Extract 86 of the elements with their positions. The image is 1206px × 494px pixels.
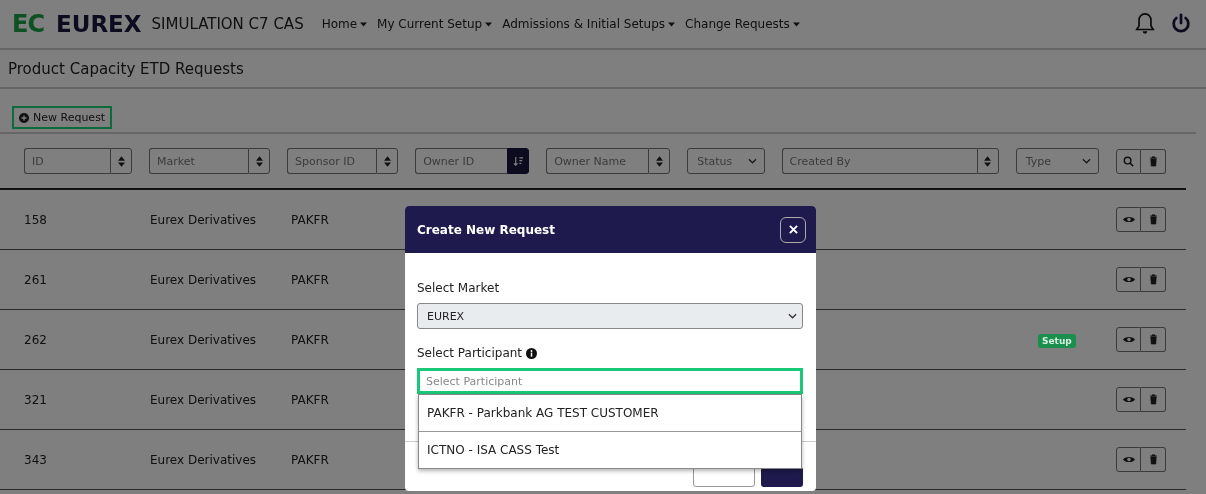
trash-icon [1148, 394, 1158, 405]
delete-button[interactable] [1141, 267, 1166, 292]
dropdown-option[interactable]: PAKFR - Parkbank AG TEST CUSTOMER [419, 395, 801, 432]
logo-mark: EC [12, 10, 44, 38]
field-label: Select Market [417, 281, 501, 295]
trash-icon [1148, 454, 1158, 465]
filter-select[interactable]: Status [687, 148, 765, 174]
eye-icon [1122, 335, 1135, 344]
table-cell-text: 343 [24, 452, 48, 467]
delete-button[interactable] [1141, 207, 1166, 232]
caret-icon [668, 21, 676, 27]
footer-button[interactable] [761, 467, 803, 487]
page-title: Product Capacity ETD Requests [8, 59, 244, 78]
app-title: SIMULATION C7 CAS [151, 15, 304, 33]
market-select[interactable]: EUREX [417, 303, 803, 329]
table-cell-text: PAKFR [291, 212, 330, 227]
view-button[interactable] [1116, 267, 1141, 292]
table-cell-text: Eurex Derivatives [150, 392, 258, 407]
sort-button[interactable] [110, 148, 133, 174]
view-button[interactable] [1116, 447, 1141, 472]
table-cell-text: PAKFR [291, 272, 330, 287]
table-cell-text: 261 [24, 272, 48, 287]
table-cell-text: 321 [24, 392, 48, 407]
sort-icon [117, 155, 125, 167]
filter-field[interactable]: Created By [781, 148, 977, 174]
sort-button[interactable] [248, 148, 271, 174]
nav-menu-item[interactable]: My Current Setup [377, 17, 493, 31]
nav-menu-item[interactable]: Change Requests [685, 17, 800, 31]
participant-input[interactable]: Select Participant [417, 368, 803, 394]
delete-button[interactable] [1141, 387, 1166, 412]
table-cell-text: 158 [24, 212, 48, 227]
chevron-down-icon [1082, 158, 1091, 164]
trash-icon [1148, 214, 1158, 225]
table-cell-text: Eurex Derivatives [150, 272, 258, 287]
table-cell-text: PAKFR [291, 332, 330, 347]
nav-menu-item[interactable]: Admissions & Initial Setups [502, 17, 676, 31]
field-label: Select Participant [417, 346, 523, 360]
search-icon [1123, 155, 1134, 167]
clear-filter-button[interactable] [1141, 148, 1166, 174]
eye-icon [1122, 215, 1135, 224]
sort-button[interactable] [976, 148, 999, 174]
nav-menu-item[interactable]: Home [321, 17, 368, 31]
close-button[interactable] [780, 216, 806, 243]
chevron-down-icon [788, 313, 797, 319]
table-cell-text: PAKFR [291, 452, 330, 467]
trash-icon [1148, 274, 1158, 285]
eye-icon [1122, 455, 1135, 464]
caret-icon [792, 21, 800, 27]
view-button[interactable] [1116, 327, 1141, 352]
sort-icon [655, 155, 663, 167]
table-cell-text: PAKFR [291, 392, 330, 407]
filter-select[interactable]: Type [1015, 148, 1099, 174]
sort-button[interactable] [648, 148, 671, 174]
close-icon [788, 225, 798, 234]
dropdown-option[interactable]: ICTNO - ISA CASS Test [419, 432, 801, 468]
table-cell-text: 262 [24, 332, 48, 347]
trash-icon [1148, 334, 1158, 345]
search-button[interactable] [1116, 148, 1141, 174]
sort-button[interactable] [376, 148, 399, 174]
chevron-down-icon [747, 158, 757, 164]
caret-icon [485, 21, 493, 27]
eye-icon [1122, 275, 1135, 284]
caret-icon [360, 21, 368, 27]
sort-icon [383, 155, 391, 167]
view-button[interactable] [1116, 207, 1141, 232]
eye-icon [1122, 395, 1135, 404]
bell-icon[interactable] [1134, 12, 1156, 36]
view-button[interactable] [1116, 387, 1141, 412]
type-badge: Setup [1038, 333, 1076, 348]
sort-descending-button[interactable] [507, 148, 530, 174]
table-cell-text: Eurex Derivatives [150, 452, 258, 467]
filter-field[interactable]: Market [149, 148, 249, 174]
filter-field[interactable]: Owner Name [546, 148, 649, 174]
modal-title: Create New Request [417, 222, 555, 237]
trash-icon [1148, 155, 1158, 167]
plus-circle-icon [19, 112, 29, 123]
sort-icon [255, 155, 263, 167]
delete-button[interactable] [1141, 447, 1166, 472]
delete-button[interactable] [1141, 327, 1166, 352]
table-cell-text: Eurex Derivatives [150, 212, 258, 227]
info-icon [526, 347, 538, 359]
new-request-button[interactable]: New Request [12, 106, 113, 129]
sort-descending-icon [512, 155, 524, 167]
sort-icon [984, 155, 992, 167]
logo-text: EUREX [56, 11, 142, 37]
table-cell-text: Eurex Derivatives [150, 332, 258, 347]
